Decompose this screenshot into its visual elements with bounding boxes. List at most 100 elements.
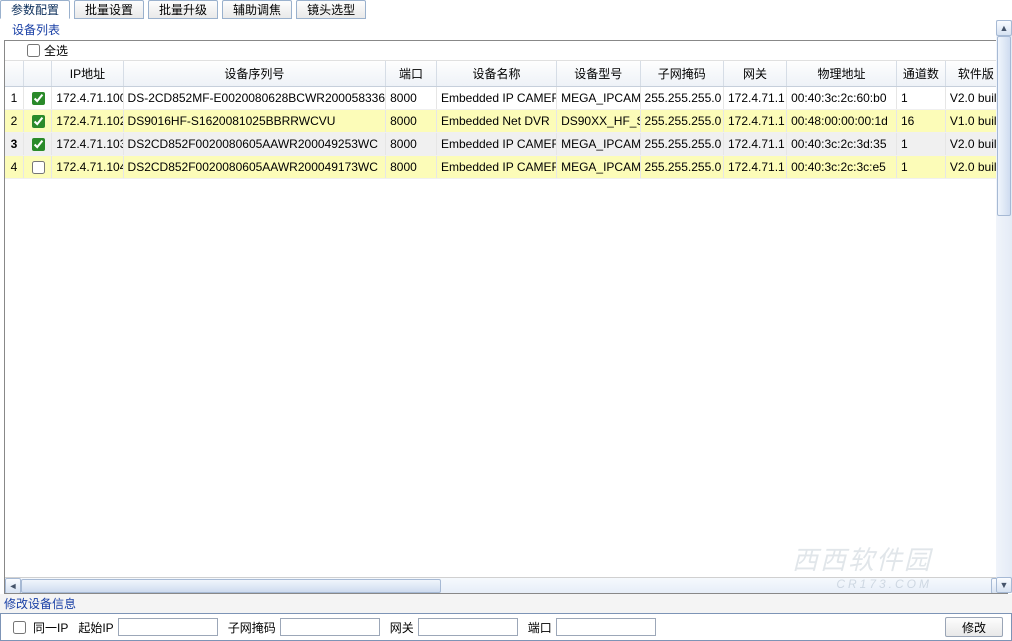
port-label: 端口: [528, 619, 552, 636]
gateway-label: 网关: [390, 619, 414, 636]
scroll-up-button[interactable]: ▲: [996, 20, 1012, 36]
row-index: 3: [5, 133, 23, 156]
cell-model: MEGA_IPCAM: [557, 87, 640, 110]
v-scrollbar-track[interactable]: [996, 36, 1012, 577]
cell-name: Embedded IP CAMERA: [436, 87, 556, 110]
tab-lens-select[interactable]: 镜头选型: [296, 0, 366, 19]
row-checkbox[interactable]: [23, 110, 51, 133]
row-select-checkbox[interactable]: [32, 138, 45, 151]
cell-ip: 172.4.71.104: [52, 156, 123, 179]
col-header-channels[interactable]: 通道数: [896, 61, 945, 87]
cell-channels: 1: [896, 87, 945, 110]
cell-mask: 255.255.255.0: [640, 156, 723, 179]
col-header-mac[interactable]: 物理地址: [787, 61, 897, 87]
cell-ip: 172.4.71.102: [52, 110, 123, 133]
cell-gateway: 172.4.71.1: [723, 87, 786, 110]
gateway-group: 网关: [390, 618, 518, 636]
table-header-row: IP地址 设备序列号 端口 设备名称 设备型号 子网掩码 网关 物理地址 通道数…: [5, 61, 1007, 87]
subnet-mask-label: 子网掩码: [228, 619, 276, 636]
row-checkbox[interactable]: [23, 133, 51, 156]
cell-mac: 00:40:3c:2c:3c:e5: [787, 156, 897, 179]
cell-name: Embedded IP CAMERA: [436, 133, 556, 156]
cell-model: DS90XX_HF_S: [557, 110, 640, 133]
cell-mask: 255.255.255.0: [640, 87, 723, 110]
scroll-down-button[interactable]: ▼: [996, 577, 1012, 593]
table-row[interactable]: 1172.4.71.100DS-2CD852MF-E0020080628BCWR…: [5, 87, 1007, 110]
start-ip-label: 起始IP: [78, 619, 113, 636]
modify-button[interactable]: 修改: [945, 617, 1003, 637]
port-group: 端口: [528, 618, 656, 636]
col-header-port[interactable]: 端口: [386, 61, 437, 87]
edit-section-title: 修改设备信息: [0, 594, 1012, 613]
cell-model: MEGA_IPCAM: [557, 133, 640, 156]
vertical-scrollbar[interactable]: ▲ ▼: [996, 20, 1012, 593]
port-input[interactable]: [556, 618, 656, 636]
same-ip-checkbox[interactable]: [13, 621, 26, 634]
cell-channels: 1: [896, 133, 945, 156]
table-row[interactable]: 4172.4.71.104DS2CD852F0020080605AAWR2000…: [5, 156, 1007, 179]
gateway-input[interactable]: [418, 618, 518, 636]
tab-focus-assist[interactable]: 辅助调焦: [222, 0, 292, 19]
row-select-checkbox[interactable]: [32, 115, 45, 128]
cell-port: 8000: [386, 133, 437, 156]
device-list-label: 设备列表: [0, 20, 1012, 40]
same-ip-text: 同一IP: [33, 619, 68, 636]
scrollbar-track[interactable]: [21, 578, 991, 594]
select-all-checkbox[interactable]: [27, 44, 40, 57]
tab-batch-upgrade[interactable]: 批量升级: [148, 0, 218, 19]
row-select-checkbox[interactable]: [32, 92, 45, 105]
table-row[interactable]: 2 172.4.71.102DS9016HF-S1620081025BBRRWCV…: [5, 110, 1007, 133]
cell-gateway: 172.4.71.1: [723, 133, 786, 156]
row-index: 1: [5, 87, 23, 110]
v-scrollbar-thumb[interactable]: [997, 36, 1011, 216]
cell-mask: 255.255.255.0: [640, 133, 723, 156]
cell-mask: 255.255.255.0: [640, 110, 723, 133]
select-all-row: 全选: [5, 41, 1007, 61]
col-header-ip[interactable]: IP地址: [52, 61, 123, 87]
col-header-mask[interactable]: 子网掩码: [640, 61, 723, 87]
device-list-panel: 全选 IP地址 设备序列号 端口 设备名称 设备型号 子网掩码 网关: [4, 40, 1008, 594]
cell-mac: 00:40:3c:2c:3d:35: [787, 133, 897, 156]
cell-mac: 00:40:3c:2c:60:b0: [787, 87, 897, 110]
cell-serial: DS9016HF-S1620081025BBRRWCVU: [123, 110, 386, 133]
row-index: 4: [5, 156, 23, 179]
same-ip-label: 同一IP: [9, 618, 68, 637]
cell-port: 8000: [386, 156, 437, 179]
col-header-model[interactable]: 设备型号: [557, 61, 640, 87]
cell-serial: DS2CD852F0020080605AAWR200049253WC: [123, 133, 386, 156]
row-index: 2: [5, 110, 23, 133]
device-table: IP地址 设备序列号 端口 设备名称 设备型号 子网掩码 网关 物理地址 通道数…: [5, 61, 1007, 179]
col-header-check[interactable]: [23, 61, 51, 87]
col-header-gateway[interactable]: 网关: [723, 61, 786, 87]
col-header-index[interactable]: [5, 61, 23, 87]
cell-ip: 172.4.71.103: [52, 133, 123, 156]
tab-bar: 参数配置 批量设置 批量升级 辅助调焦 镜头选型: [0, 0, 1012, 20]
cell-port: 8000: [386, 87, 437, 110]
cell-model: MEGA_IPCAM: [557, 156, 640, 179]
cell-mac: 00:48:00:00:00:1d: [787, 110, 897, 133]
scroll-left-button[interactable]: ◄: [5, 578, 21, 594]
start-ip-group: 起始IP: [78, 618, 217, 636]
col-header-serial[interactable]: 设备序列号: [123, 61, 386, 87]
row-checkbox[interactable]: [23, 87, 51, 110]
subnet-mask-input[interactable]: [280, 618, 380, 636]
tab-param-config[interactable]: 参数配置: [0, 0, 70, 19]
cell-name: Embedded Net DVR: [436, 110, 556, 133]
row-checkbox[interactable]: [23, 156, 51, 179]
tab-batch-settings[interactable]: 批量设置: [74, 0, 144, 19]
row-select-checkbox[interactable]: [32, 161, 45, 174]
horizontal-scrollbar[interactable]: ◄ ►: [5, 577, 1007, 593]
cell-serial: DS-2CD852MF-E0020080628BCWR200058336WCU: [123, 87, 386, 110]
subnet-mask-group: 子网掩码: [228, 618, 380, 636]
table-row[interactable]: 3 172.4.71.103DS2CD852F0020080605AAWR2000…: [5, 133, 1007, 156]
col-header-name[interactable]: 设备名称: [436, 61, 556, 87]
scrollbar-thumb[interactable]: [21, 579, 441, 593]
cell-channels: 1: [896, 156, 945, 179]
cell-name: Embedded IP CAMERA: [436, 156, 556, 179]
edit-bar: 同一IP 起始IP 子网掩码 网关 端口 修改: [0, 613, 1012, 641]
start-ip-input[interactable]: [118, 618, 218, 636]
cell-gateway: 172.4.71.1: [723, 156, 786, 179]
device-table-scroll: IP地址 设备序列号 端口 设备名称 设备型号 子网掩码 网关 物理地址 通道数…: [5, 61, 1007, 577]
cell-channels: 16: [896, 110, 945, 133]
cell-port: 8000: [386, 110, 437, 133]
